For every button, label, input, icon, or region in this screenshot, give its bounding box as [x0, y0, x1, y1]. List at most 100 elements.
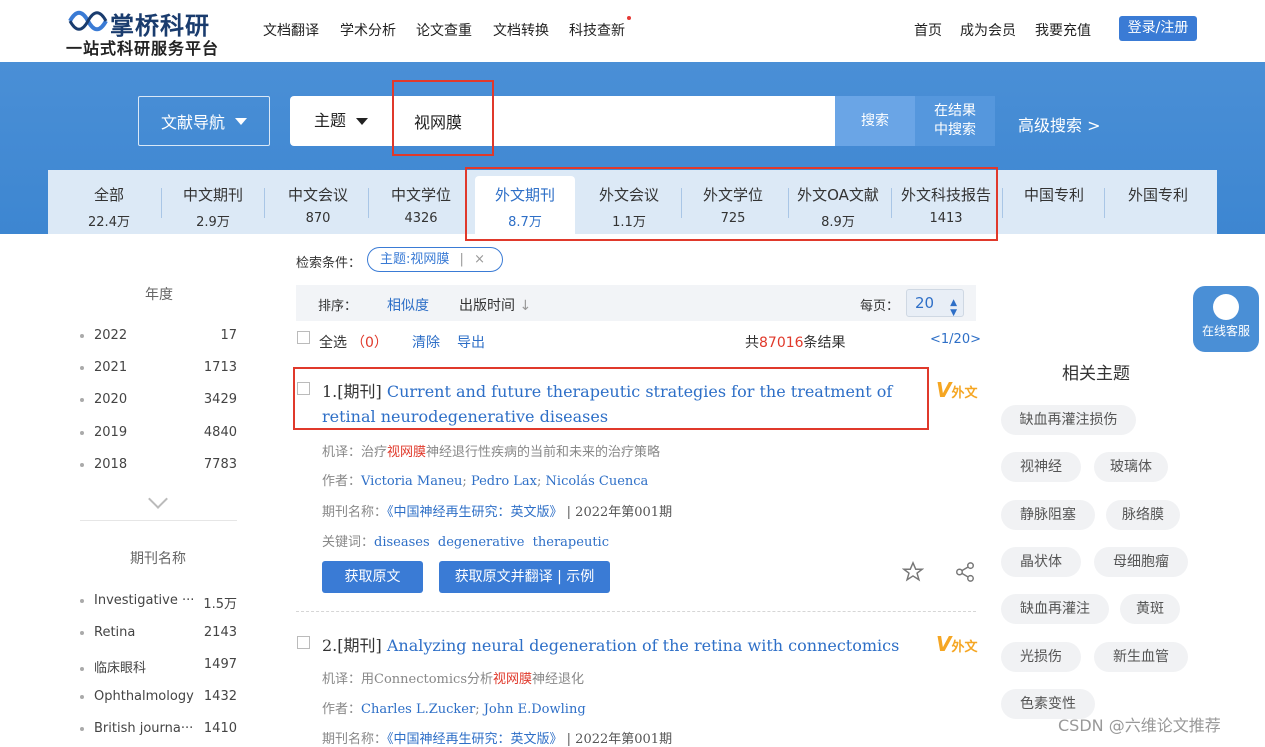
export-link[interactable]: 导出: [457, 332, 485, 352]
pagination[interactable]: <1/20>: [930, 332, 981, 347]
authors: 作者：Victoria Maneu; Pedro Lax; Nicolás Cu…: [322, 474, 649, 489]
new-dot: [627, 16, 631, 20]
year-facet-item[interactable]: 2018 7783: [80, 457, 237, 472]
star-icon[interactable]: [902, 561, 924, 583]
search-in-results-line2: 中搜索: [934, 122, 976, 138]
author-link[interactable]: John E.Dowling: [484, 702, 586, 717]
select-all-label[interactable]: 全选: [319, 332, 347, 352]
literature-nav-dropdown[interactable]: 文献导航: [138, 96, 270, 146]
keyword-link[interactable]: therapeutic: [533, 535, 609, 550]
login-button[interactable]: 登录/注册: [1119, 16, 1197, 41]
nav-recharge[interactable]: 我要充值: [1035, 20, 1091, 40]
tab-foreign-patent[interactable]: 外国专利: [1110, 170, 1206, 234]
journal-link[interactable]: 《中国神经再生研究：英文版》: [387, 505, 563, 520]
keyword-link[interactable]: diseases: [374, 535, 430, 550]
result-title-link[interactable]: Analyzing neural degeneration of the ret…: [387, 636, 899, 655]
annotation-box-query: [392, 80, 494, 156]
close-icon[interactable]: ×: [474, 252, 485, 267]
spinner-down-icon: ▼: [950, 308, 957, 318]
filter-tag[interactable]: 主题:视网膜 | ×: [367, 247, 503, 272]
tab-cn-patent[interactable]: 中国专利: [1006, 170, 1102, 234]
author-link[interactable]: Pedro Lax: [471, 474, 537, 489]
nav-membership[interactable]: 成为会员: [960, 20, 1016, 40]
year-facet-item[interactable]: 2021 1713: [80, 360, 237, 375]
journal-facet-item[interactable]: 临床眼科 1497: [80, 657, 237, 676]
journal-facet-item[interactable]: Retina 2143: [80, 625, 237, 640]
caret-down-icon: [235, 117, 247, 125]
foreign-badge: V外文: [936, 632, 978, 656]
tab-count: 870: [305, 211, 331, 226]
per-page-select[interactable]: 20 ▲ ▼: [906, 289, 964, 318]
tab-cn-journal[interactable]: 中文期刊 2.9万: [166, 170, 260, 234]
topic-tag[interactable]: 视神经: [1001, 452, 1081, 482]
tab-divider: [1002, 188, 1003, 218]
topic-tag[interactable]: 晶状体: [1001, 547, 1081, 577]
nav-academic-analysis[interactable]: 学术分析: [340, 20, 396, 40]
select-all-checkbox[interactable]: [297, 331, 310, 344]
journal-facet-item[interactable]: British journa··· 1410: [80, 721, 237, 736]
topic-tag[interactable]: 缺血再灌注: [1001, 594, 1109, 624]
tab-divider: [161, 188, 162, 218]
year-facet-item[interactable]: 2019 4840: [80, 425, 237, 440]
tab-divider: [1104, 188, 1105, 218]
topic-tag[interactable]: 静脉阻塞: [1001, 500, 1095, 530]
tab-cn-degree[interactable]: 中文学位 4326: [374, 170, 468, 234]
search-in-results-line1: 在结果: [934, 103, 976, 119]
advanced-search-link[interactable]: 高级搜索 >: [1018, 112, 1101, 136]
journal-facet-item[interactable]: Investigative ··· 1.5万: [80, 593, 237, 612]
search-field-select[interactable]: 主题: [314, 96, 369, 146]
keyword-link[interactable]: degenerative: [438, 535, 524, 550]
watermark: CSDN @六维论文推荐: [1058, 716, 1221, 735]
get-fulltext-button[interactable]: 获取原文: [322, 561, 423, 593]
nav-doc-translate[interactable]: 文档翻译: [263, 20, 319, 40]
sort-date[interactable]: 出版时间 ↓: [459, 295, 531, 315]
nav-novelty-search[interactable]: 科技查新: [569, 20, 625, 40]
author-link[interactable]: Victoria Maneu: [361, 474, 462, 489]
journal-info: 期刊名称：《中国神经再生研究：英文版》 | 2022年第001期: [322, 505, 673, 520]
journal-facet-title: 期刊名称: [130, 551, 186, 567]
nav-home[interactable]: 首页: [914, 20, 942, 40]
author-link[interactable]: Charles L.Zucker: [361, 702, 475, 717]
result-checkbox[interactable]: [297, 636, 310, 649]
result-title[interactable]: 2.[期刊] Analyzing neural degeneration of …: [322, 632, 914, 656]
topic-tag[interactable]: 光损伤: [1001, 642, 1081, 672]
selected-count: （0）: [351, 335, 388, 351]
machine-translation: 机译：用Connectomics分析视网膜神经退化: [322, 672, 585, 687]
search-button[interactable]: 搜索: [835, 96, 915, 146]
nav-plagiarism-check[interactable]: 论文查重: [416, 20, 472, 40]
nav-doc-convert[interactable]: 文档转换: [493, 20, 549, 40]
author-link[interactable]: Nicolás Cuenca: [546, 474, 649, 489]
journal-facet-item[interactable]: Ophthalmology 1432: [80, 689, 237, 704]
tab-count: 2.9万: [196, 215, 230, 230]
tab-label: 外国专利: [1127, 186, 1188, 204]
sort-relevance[interactable]: 相似度: [387, 295, 429, 315]
tab-divider: [264, 188, 265, 218]
share-icon[interactable]: [954, 561, 976, 583]
topic-tag[interactable]: 黄斑: [1120, 594, 1180, 624]
topic-tag[interactable]: 母细胞瘤: [1094, 547, 1188, 577]
get-and-translate-button[interactable]: 获取原文并翻译 | 示例: [439, 561, 610, 593]
authors: 作者：Charles L.Zucker; John E.Dowling: [322, 702, 586, 717]
total-results: 共87016条结果: [745, 335, 846, 351]
tab-label: 中文会议: [287, 186, 348, 204]
tab-cn-conference[interactable]: 中文会议 870: [270, 170, 366, 234]
year-facet-item[interactable]: 2020 3429: [80, 392, 237, 407]
journal-link[interactable]: 《中国神经再生研究：英文版》: [387, 732, 563, 747]
filter-tag-sep: |: [459, 252, 464, 267]
topic-tag[interactable]: 缺血再灌注损伤: [1001, 405, 1136, 435]
tab-all[interactable]: 全部 22.4万: [62, 170, 156, 234]
clear-link[interactable]: 清除: [412, 332, 440, 352]
search-in-results-button[interactable]: 在结果 中搜索: [915, 96, 995, 146]
topic-tag[interactable]: 脉络膜: [1106, 500, 1180, 530]
tab-label: 全部: [93, 186, 124, 204]
topic-tag[interactable]: 新生血管: [1094, 642, 1188, 672]
tab-label: 中文学位: [390, 186, 451, 204]
logo[interactable]: 掌桥科研 一站式科研服务平台: [66, 4, 226, 58]
annotation-box-result: [293, 367, 929, 430]
year-facet-item[interactable]: 2022 17: [80, 328, 237, 343]
filter-label: 检索条件：: [296, 256, 362, 271]
topic-tag[interactable]: 玻璃体: [1094, 452, 1168, 482]
result-index: 2.[期刊]: [322, 636, 382, 655]
per-page-label: 每页：: [860, 299, 900, 314]
online-service-button[interactable]: 在线客服: [1193, 286, 1259, 352]
